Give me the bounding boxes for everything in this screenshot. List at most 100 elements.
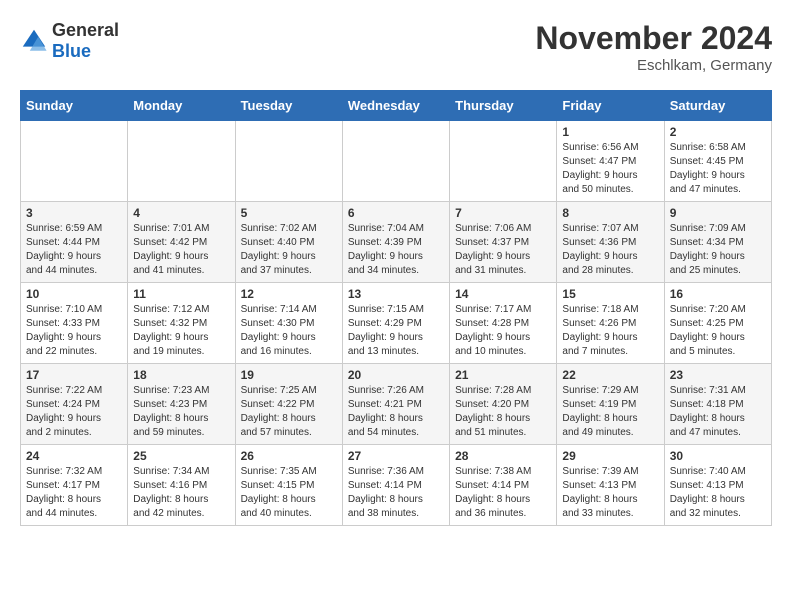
day-info: Sunrise: 7:09 AM Sunset: 4:34 PM Dayligh…	[670, 222, 766, 278]
day-number: 27	[348, 449, 444, 463]
day-info: Sunrise: 7:36 AM Sunset: 4:14 PM Dayligh…	[348, 465, 444, 521]
weekday-header-wednesday: Wednesday	[342, 91, 449, 121]
day-number: 19	[241, 368, 337, 382]
calendar-table: SundayMondayTuesdayWednesdayThursdayFrid…	[20, 90, 772, 526]
calendar-cell	[235, 121, 342, 202]
calendar-cell: 11Sunrise: 7:12 AM Sunset: 4:32 PM Dayli…	[128, 283, 235, 364]
calendar-cell: 23Sunrise: 7:31 AM Sunset: 4:18 PM Dayli…	[664, 364, 771, 445]
calendar-cell: 13 Sunrise: 7:15 AM Sunset: 4:29 PM Dayli…	[342, 283, 449, 364]
day-info: Sunrise: 7:31 AM Sunset: 4:18 PM Dayligh…	[670, 384, 766, 440]
day-info: Sunrise: 6:58 AM Sunset: 4:45 PM Dayligh…	[670, 141, 766, 197]
day-number: 15	[562, 287, 658, 301]
calendar-cell	[128, 121, 235, 202]
calendar-cell: 10 Sunrise: 7:10 AM Sunset: 4:33 PM Dayli…	[21, 283, 128, 364]
day-number: 12	[241, 287, 337, 301]
title-block: November 2024 Eschlkam, Germany	[535, 20, 772, 74]
calendar-cell: 16Sunrise: 7:20 AM Sunset: 4:25 PM Dayli…	[664, 283, 771, 364]
calendar-cell: 2 Sunrise: 6:58 AM Sunset: 4:45 PM Daylig…	[664, 121, 771, 202]
day-info: Sunrise: 7:40 AM Sunset: 4:13 PM Dayligh…	[670, 465, 766, 521]
calendar-cell: 17 Sunrise: 7:22 AM Sunset: 4:24 PM Dayli…	[21, 364, 128, 445]
calendar-cell: 9 Sunrise: 7:09 AM Sunset: 4:34 PM Daylig…	[664, 202, 771, 283]
day-number: 6	[348, 206, 444, 220]
calendar-week-1: 1 Sunrise: 6:56 AM Sunset: 4:47 PM Daylig…	[21, 121, 772, 202]
day-number: 24	[26, 449, 122, 463]
calendar-cell: 15 Sunrise: 7:18 AM Sunset: 4:26 PM Dayli…	[557, 283, 664, 364]
calendar-cell: 20 Sunrise: 7:26 AM Sunset: 4:21 PM Dayli…	[342, 364, 449, 445]
weekday-header-tuesday: Tuesday	[235, 91, 342, 121]
calendar-cell: 3 Sunrise: 6:59 AM Sunset: 4:44 PM Daylig…	[21, 202, 128, 283]
weekday-header-friday: Friday	[557, 91, 664, 121]
calendar-cell: 14Sunrise: 7:17 AM Sunset: 4:28 PM Dayli…	[450, 283, 557, 364]
day-number: 5	[241, 206, 337, 220]
calendar-cell: 28Sunrise: 7:38 AM Sunset: 4:14 PM Dayli…	[450, 445, 557, 526]
logo-icon	[20, 27, 48, 55]
day-info: Sunrise: 6:56 AM Sunset: 4:47 PM Dayligh…	[562, 141, 658, 197]
day-info: Sunrise: 7:06 AM Sunset: 4:37 PM Dayligh…	[455, 222, 551, 278]
day-number: 20	[348, 368, 444, 382]
day-number: 13	[348, 287, 444, 301]
day-number: 28	[455, 449, 551, 463]
calendar-cell: 25Sunrise: 7:34 AM Sunset: 4:16 PM Dayli…	[128, 445, 235, 526]
day-number: 8	[562, 206, 658, 220]
calendar-cell	[21, 121, 128, 202]
day-info: Sunrise: 7:20 AM Sunset: 4:25 PM Dayligh…	[670, 303, 766, 359]
logo-blue-text: Blue	[52, 41, 91, 61]
day-info: Sunrise: 7:29 AM Sunset: 4:19 PM Dayligh…	[562, 384, 658, 440]
weekday-header-sunday: Sunday	[21, 91, 128, 121]
calendar-cell: 12 Sunrise: 7:14 AM Sunset: 4:30 PM Dayli…	[235, 283, 342, 364]
day-info: Sunrise: 7:10 AM Sunset: 4:33 PM Dayligh…	[26, 303, 122, 359]
day-info: Sunrise: 7:23 AM Sunset: 4:23 PM Dayligh…	[133, 384, 229, 440]
calendar-cell: 19 Sunrise: 7:25 AM Sunset: 4:22 PM Dayli…	[235, 364, 342, 445]
calendar-week-2: 3 Sunrise: 6:59 AM Sunset: 4:44 PM Daylig…	[21, 202, 772, 283]
calendar-cell	[342, 121, 449, 202]
day-info: Sunrise: 7:14 AM Sunset: 4:30 PM Dayligh…	[241, 303, 337, 359]
calendar-cell: 24 Sunrise: 7:32 AM Sunset: 4:17 PM Dayli…	[21, 445, 128, 526]
day-info: Sunrise: 7:39 AM Sunset: 4:13 PM Dayligh…	[562, 465, 658, 521]
calendar-cell: 18Sunrise: 7:23 AM Sunset: 4:23 PM Dayli…	[128, 364, 235, 445]
calendar-cell: 29Sunrise: 7:39 AM Sunset: 4:13 PM Dayli…	[557, 445, 664, 526]
page-header: General Blue November 2024 Eschlkam, Ger…	[20, 20, 772, 74]
day-number: 7	[455, 206, 551, 220]
weekday-header-thursday: Thursday	[450, 91, 557, 121]
calendar-cell: 26 Sunrise: 7:35 AM Sunset: 4:15 PM Dayli…	[235, 445, 342, 526]
calendar-week-4: 17 Sunrise: 7:22 AM Sunset: 4:24 PM Dayli…	[21, 364, 772, 445]
day-number: 3	[26, 206, 122, 220]
weekday-header-monday: Monday	[128, 91, 235, 121]
calendar-cell: 27 Sunrise: 7:36 AM Sunset: 4:14 PM Dayli…	[342, 445, 449, 526]
logo-general-text: General	[52, 20, 119, 40]
calendar-cell: 1 Sunrise: 6:56 AM Sunset: 4:47 PM Daylig…	[557, 121, 664, 202]
day-info: Sunrise: 7:28 AM Sunset: 4:20 PM Dayligh…	[455, 384, 551, 440]
day-number: 11	[133, 287, 229, 301]
calendar-week-3: 10 Sunrise: 7:10 AM Sunset: 4:33 PM Dayli…	[21, 283, 772, 364]
day-number: 9	[670, 206, 766, 220]
day-number: 30	[670, 449, 766, 463]
month-title: November 2024	[535, 20, 772, 57]
calendar-cell: 5Sunrise: 7:02 AM Sunset: 4:40 PM Daylig…	[235, 202, 342, 283]
day-info: Sunrise: 7:04 AM Sunset: 4:39 PM Dayligh…	[348, 222, 444, 278]
logo: General Blue	[20, 20, 119, 62]
day-info: Sunrise: 6:59 AM Sunset: 4:44 PM Dayligh…	[26, 222, 122, 278]
calendar-header-row: SundayMondayTuesdayWednesdayThursdayFrid…	[21, 91, 772, 121]
day-info: Sunrise: 7:32 AM Sunset: 4:17 PM Dayligh…	[26, 465, 122, 521]
calendar-cell: 22 Sunrise: 7:29 AM Sunset: 4:19 PM Dayli…	[557, 364, 664, 445]
day-number: 26	[241, 449, 337, 463]
calendar-cell: 21Sunrise: 7:28 AM Sunset: 4:20 PM Dayli…	[450, 364, 557, 445]
day-info: Sunrise: 7:35 AM Sunset: 4:15 PM Dayligh…	[241, 465, 337, 521]
day-number: 17	[26, 368, 122, 382]
day-info: Sunrise: 7:15 AM Sunset: 4:29 PM Dayligh…	[348, 303, 444, 359]
day-number: 2	[670, 125, 766, 139]
day-number: 1	[562, 125, 658, 139]
calendar-cell: 7 Sunrise: 7:06 AM Sunset: 4:37 PM Daylig…	[450, 202, 557, 283]
calendar-cell: 8 Sunrise: 7:07 AM Sunset: 4:36 PM Daylig…	[557, 202, 664, 283]
location-text: Eschlkam, Germany	[535, 57, 772, 74]
day-info: Sunrise: 7:07 AM Sunset: 4:36 PM Dayligh…	[562, 222, 658, 278]
day-info: Sunrise: 7:26 AM Sunset: 4:21 PM Dayligh…	[348, 384, 444, 440]
day-number: 22	[562, 368, 658, 382]
day-info: Sunrise: 7:22 AM Sunset: 4:24 PM Dayligh…	[26, 384, 122, 440]
day-info: Sunrise: 7:18 AM Sunset: 4:26 PM Dayligh…	[562, 303, 658, 359]
day-info: Sunrise: 7:01 AM Sunset: 4:42 PM Dayligh…	[133, 222, 229, 278]
day-number: 10	[26, 287, 122, 301]
calendar-cell: 6 Sunrise: 7:04 AM Sunset: 4:39 PM Daylig…	[342, 202, 449, 283]
day-number: 4	[133, 206, 229, 220]
day-info: Sunrise: 7:25 AM Sunset: 4:22 PM Dayligh…	[241, 384, 337, 440]
